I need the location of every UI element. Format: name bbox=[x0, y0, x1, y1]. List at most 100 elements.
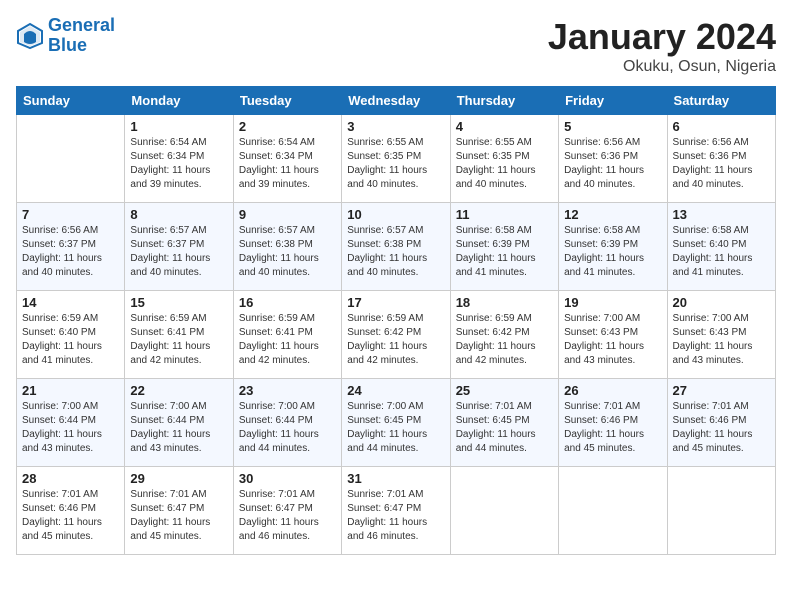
day-info: Sunrise: 6:59 AMSunset: 6:40 PMDaylight:… bbox=[22, 312, 119, 368]
calendar-cell: 19 Sunrise: 7:00 AMSunset: 6:43 PMDayligh… bbox=[559, 291, 667, 379]
day-number: 6 bbox=[673, 119, 770, 134]
day-info: Sunrise: 7:00 AMSunset: 6:43 PMDaylight:… bbox=[673, 312, 770, 368]
day-number: 8 bbox=[130, 207, 227, 222]
day-info: Sunrise: 6:57 AMSunset: 6:38 PMDaylight:… bbox=[239, 224, 336, 280]
day-info: Sunrise: 6:59 AMSunset: 6:42 PMDaylight:… bbox=[347, 312, 444, 368]
day-number: 27 bbox=[673, 383, 770, 398]
calendar-cell: 9 Sunrise: 6:57 AMSunset: 6:38 PMDaylight… bbox=[233, 203, 341, 291]
calendar-cell: 11 Sunrise: 6:58 AMSunset: 6:39 PMDayligh… bbox=[450, 203, 558, 291]
calendar-cell: 5 Sunrise: 6:56 AMSunset: 6:36 PMDaylight… bbox=[559, 115, 667, 203]
calendar-cell bbox=[17, 115, 125, 203]
week-row-3: 14Sunrise: 6:59 AMSunset: 6:40 PMDayligh… bbox=[17, 291, 776, 379]
day-number: 16 bbox=[239, 295, 336, 310]
day-number: 28 bbox=[22, 471, 119, 486]
day-info: Sunrise: 7:00 AMSunset: 6:44 PMDaylight:… bbox=[239, 400, 336, 456]
calendar-cell: 22 Sunrise: 7:00 AMSunset: 6:44 PMDayligh… bbox=[125, 379, 233, 467]
day-info: Sunrise: 6:58 AMSunset: 6:39 PMDaylight:… bbox=[564, 224, 661, 280]
logo: General Blue bbox=[16, 16, 115, 56]
week-row-4: 21 Sunrise: 7:00 AMSunset: 6:44 PMDayligh… bbox=[17, 379, 776, 467]
day-info: Sunrise: 6:58 AMSunset: 6:39 PMDaylight:… bbox=[456, 224, 553, 280]
calendar-cell: 26Sunrise: 7:01 AMSunset: 6:46 PMDayligh… bbox=[559, 379, 667, 467]
weekday-header-monday: Monday bbox=[125, 87, 233, 115]
week-row-2: 7Sunrise: 6:56 AMSunset: 6:37 PMDaylight… bbox=[17, 203, 776, 291]
location: Okuku, Osun, Nigeria bbox=[548, 58, 776, 76]
calendar-cell: 21 Sunrise: 7:00 AMSunset: 6:44 PMDayligh… bbox=[17, 379, 125, 467]
day-info: Sunrise: 6:56 AMSunset: 6:36 PMDaylight:… bbox=[673, 136, 770, 192]
day-info: Sunrise: 7:01 AMSunset: 6:46 PMDaylight:… bbox=[673, 400, 770, 456]
logo-text: General Blue bbox=[48, 16, 115, 56]
day-number: 15 bbox=[130, 295, 227, 310]
day-info: Sunrise: 6:54 AMSunset: 6:34 PMDaylight:… bbox=[130, 136, 227, 192]
day-info: Sunrise: 6:59 AMSunset: 6:41 PMDaylight:… bbox=[130, 312, 227, 368]
day-number: 5 bbox=[564, 119, 661, 134]
calendar-cell: 6 Sunrise: 6:56 AMSunset: 6:36 PMDaylight… bbox=[667, 115, 775, 203]
day-number: 23 bbox=[239, 383, 336, 398]
day-number: 2 bbox=[239, 119, 336, 134]
day-info: Sunrise: 6:54 AMSunset: 6:34 PMDaylight:… bbox=[239, 136, 336, 192]
day-info: Sunrise: 7:00 AMSunset: 6:44 PMDaylight:… bbox=[130, 400, 227, 456]
logo-icon bbox=[16, 22, 44, 50]
weekday-header-tuesday: Tuesday bbox=[233, 87, 341, 115]
day-number: 21 bbox=[22, 383, 119, 398]
day-number: 17 bbox=[347, 295, 444, 310]
month-year: January 2024 bbox=[548, 16, 776, 58]
title-section: January 2024 Okuku, Osun, Nigeria bbox=[548, 16, 776, 76]
day-info: Sunrise: 6:58 AMSunset: 6:40 PMDaylight:… bbox=[673, 224, 770, 280]
calendar-cell: 12 Sunrise: 6:58 AMSunset: 6:39 PMDayligh… bbox=[559, 203, 667, 291]
day-info: Sunrise: 7:01 AMSunset: 6:45 PMDaylight:… bbox=[456, 400, 553, 456]
calendar-cell: 30Sunrise: 7:01 AMSunset: 6:47 PMDayligh… bbox=[233, 467, 341, 555]
calendar-cell: 10Sunrise: 6:57 AMSunset: 6:38 PMDayligh… bbox=[342, 203, 450, 291]
calendar-cell: 14Sunrise: 6:59 AMSunset: 6:40 PMDayligh… bbox=[17, 291, 125, 379]
day-info: Sunrise: 6:57 AMSunset: 6:38 PMDaylight:… bbox=[347, 224, 444, 280]
weekday-header-saturday: Saturday bbox=[667, 87, 775, 115]
day-number: 25 bbox=[456, 383, 553, 398]
day-number: 24 bbox=[347, 383, 444, 398]
weekday-header-sunday: Sunday bbox=[17, 87, 125, 115]
day-number: 1 bbox=[130, 119, 227, 134]
calendar-table: SundayMondayTuesdayWednesdayThursdayFrid… bbox=[16, 86, 776, 555]
calendar-cell: 27 Sunrise: 7:01 AMSunset: 6:46 PMDayligh… bbox=[667, 379, 775, 467]
day-info: Sunrise: 7:01 AMSunset: 6:47 PMDaylight:… bbox=[130, 488, 227, 544]
page-header: General Blue January 2024 Okuku, Osun, N… bbox=[16, 16, 776, 76]
day-info: Sunrise: 6:59 AMSunset: 6:42 PMDaylight:… bbox=[456, 312, 553, 368]
calendar-cell bbox=[559, 467, 667, 555]
day-info: Sunrise: 7:00 AMSunset: 6:43 PMDaylight:… bbox=[564, 312, 661, 368]
day-number: 30 bbox=[239, 471, 336, 486]
calendar-cell: 16 Sunrise: 6:59 AMSunset: 6:41 PMDayligh… bbox=[233, 291, 341, 379]
day-number: 29 bbox=[130, 471, 227, 486]
calendar-cell: 29 Sunrise: 7:01 AMSunset: 6:47 PMDayligh… bbox=[125, 467, 233, 555]
day-info: Sunrise: 6:59 AMSunset: 6:41 PMDaylight:… bbox=[239, 312, 336, 368]
calendar-cell: 3Sunrise: 6:55 AMSunset: 6:35 PMDaylight… bbox=[342, 115, 450, 203]
calendar-cell: 13 Sunrise: 6:58 AMSunset: 6:40 PMDayligh… bbox=[667, 203, 775, 291]
day-info: Sunrise: 6:55 AMSunset: 6:35 PMDaylight:… bbox=[456, 136, 553, 192]
calendar-cell: 18 Sunrise: 6:59 AMSunset: 6:42 PMDayligh… bbox=[450, 291, 558, 379]
day-info: Sunrise: 6:55 AMSunset: 6:35 PMDaylight:… bbox=[347, 136, 444, 192]
calendar-cell: 1 Sunrise: 6:54 AMSunset: 6:34 PMDaylight… bbox=[125, 115, 233, 203]
day-info: Sunrise: 6:56 AMSunset: 6:36 PMDaylight:… bbox=[564, 136, 661, 192]
calendar-cell: 15 Sunrise: 6:59 AMSunset: 6:41 PMDayligh… bbox=[125, 291, 233, 379]
day-info: Sunrise: 7:01 AMSunset: 6:46 PMDaylight:… bbox=[22, 488, 119, 544]
calendar-cell: 2 Sunrise: 6:54 AMSunset: 6:34 PMDaylight… bbox=[233, 115, 341, 203]
day-number: 9 bbox=[239, 207, 336, 222]
day-number: 12 bbox=[564, 207, 661, 222]
day-number: 7 bbox=[22, 207, 119, 222]
day-number: 18 bbox=[456, 295, 553, 310]
day-number: 19 bbox=[564, 295, 661, 310]
day-number: 13 bbox=[673, 207, 770, 222]
day-number: 11 bbox=[456, 207, 553, 222]
day-number: 26 bbox=[564, 383, 661, 398]
day-number: 20 bbox=[673, 295, 770, 310]
week-row-1: 1 Sunrise: 6:54 AMSunset: 6:34 PMDaylight… bbox=[17, 115, 776, 203]
calendar-cell: 23 Sunrise: 7:00 AMSunset: 6:44 PMDayligh… bbox=[233, 379, 341, 467]
weekday-header-row: SundayMondayTuesdayWednesdayThursdayFrid… bbox=[17, 87, 776, 115]
calendar-cell: 4Sunrise: 6:55 AMSunset: 6:35 PMDaylight… bbox=[450, 115, 558, 203]
calendar-cell: 31Sunrise: 7:01 AMSunset: 6:47 PMDayligh… bbox=[342, 467, 450, 555]
day-number: 31 bbox=[347, 471, 444, 486]
calendar-cell: 25 Sunrise: 7:01 AMSunset: 6:45 PMDayligh… bbox=[450, 379, 558, 467]
weekday-header-friday: Friday bbox=[559, 87, 667, 115]
day-number: 22 bbox=[130, 383, 227, 398]
calendar-cell: 20 Sunrise: 7:00 AMSunset: 6:43 PMDayligh… bbox=[667, 291, 775, 379]
day-info: Sunrise: 7:00 AMSunset: 6:44 PMDaylight:… bbox=[22, 400, 119, 456]
calendar-cell: 17 Sunrise: 6:59 AMSunset: 6:42 PMDayligh… bbox=[342, 291, 450, 379]
calendar-cell: 8Sunrise: 6:57 AMSunset: 6:37 PMDaylight… bbox=[125, 203, 233, 291]
